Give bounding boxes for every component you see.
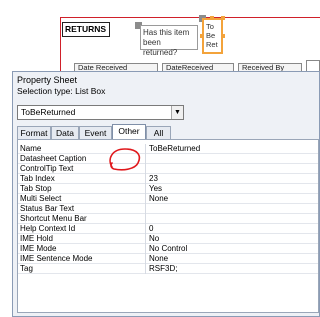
property-label: Name (18, 144, 146, 154)
form-design-surface: RETURNS Has this item been returned? To … (0, 0, 320, 74)
question-line-1: Has this item (143, 28, 190, 37)
selection-type-label: Selection type: List Box (17, 86, 106, 96)
question-line-2: been returned? (143, 38, 178, 57)
section-line-top (60, 17, 320, 18)
property-row-shortcut-menu-bar[interactable]: Shortcut Menu Bar (18, 214, 318, 224)
property-value-input[interactable] (149, 214, 317, 224)
property-row-controltip-text[interactable]: ControlTip Text (18, 164, 318, 174)
object-selector-dropdown[interactable]: ToBeReturned ▼ (17, 105, 184, 120)
property-value-input[interactable]: 23 (149, 174, 317, 184)
tab-format[interactable]: Format (17, 126, 51, 139)
property-label: Tab Stop (18, 184, 146, 194)
property-value-input[interactable]: None (149, 194, 317, 204)
property-label: ControlTip Text (18, 164, 146, 174)
property-row-ime-hold[interactable]: IME Hold No (18, 234, 318, 244)
resize-handle[interactable] (221, 16, 225, 20)
property-label: IME Sentence Mode (18, 254, 146, 264)
property-label: Help Context Id (18, 224, 146, 234)
property-value-input[interactable] (149, 204, 317, 214)
resize-handle[interactable] (210, 16, 214, 20)
property-sheet-panel: Property Sheet Selection type: List Box … (12, 71, 320, 317)
section-line-left (60, 17, 61, 72)
property-row-status-bar-text[interactable]: Status Bar Text (18, 204, 318, 214)
property-row-help-context-id[interactable]: Help Context Id 0 (18, 224, 318, 234)
property-value-input[interactable]: ToBeReturned (149, 144, 317, 154)
property-row-multi-select[interactable]: Multi Select None (18, 194, 318, 204)
property-value-input[interactable]: No (149, 234, 317, 244)
listbox-caption-line-2: Be (206, 31, 216, 40)
property-value-input[interactable] (149, 164, 317, 174)
property-value-input[interactable]: None (149, 254, 317, 264)
property-label: Datasheet Caption (18, 154, 146, 164)
property-label: Tab Index (18, 174, 146, 184)
property-row-ime-sentence-mode[interactable]: IME Sentence Mode None (18, 254, 318, 264)
property-label: Status Bar Text (18, 204, 146, 214)
property-sheet-title: Property Sheet (17, 75, 78, 85)
resize-handle[interactable] (200, 34, 204, 38)
tab-event[interactable]: Event (79, 126, 112, 139)
property-row-tag[interactable]: Tag RSF3D; (18, 264, 318, 274)
listbox-caption-line-3: Ret (206, 40, 218, 49)
property-row-ime-mode[interactable]: IME Mode No Control (18, 244, 318, 254)
property-value-input[interactable]: 0 (149, 224, 317, 234)
property-label: Tag (18, 264, 146, 274)
selected-object-name: ToBeReturned (21, 107, 76, 117)
property-label: Shortcut Menu Bar (18, 214, 146, 224)
chevron-down-icon[interactable]: ▼ (171, 106, 183, 119)
property-value-input[interactable]: No Control (149, 244, 317, 254)
tobereturned-listbox[interactable]: To Be Ret (202, 18, 223, 54)
listbox-caption: To Be Ret (204, 20, 221, 49)
returned-question-label[interactable]: Has this item been returned? (140, 25, 198, 57)
tab-other[interactable]: Other (112, 124, 146, 139)
tab-all[interactable]: All (146, 126, 171, 139)
property-label: IME Mode (18, 244, 146, 254)
tab-data[interactable]: Data (51, 126, 79, 139)
property-row-datasheet-caption[interactable]: Datasheet Caption (18, 154, 318, 164)
property-row-tab-index[interactable]: Tab Index 23 (18, 174, 318, 184)
returns-label[interactable]: RETURNS (62, 22, 110, 37)
property-row-tab-stop[interactable]: Tab Stop Yes (18, 184, 318, 194)
property-label: IME Hold (18, 234, 146, 244)
listbox-caption-line-1: To (206, 22, 214, 31)
property-value-input[interactable] (149, 154, 317, 164)
property-label: Multi Select (18, 194, 146, 204)
property-value-input[interactable]: Yes (149, 184, 317, 194)
property-row-name[interactable]: Name ToBeReturned (18, 144, 318, 154)
property-grid: Name ToBeReturned Datasheet Caption Cont… (17, 139, 319, 313)
resize-handle[interactable] (221, 34, 225, 38)
property-value-input[interactable]: RSF3D; (149, 264, 317, 274)
